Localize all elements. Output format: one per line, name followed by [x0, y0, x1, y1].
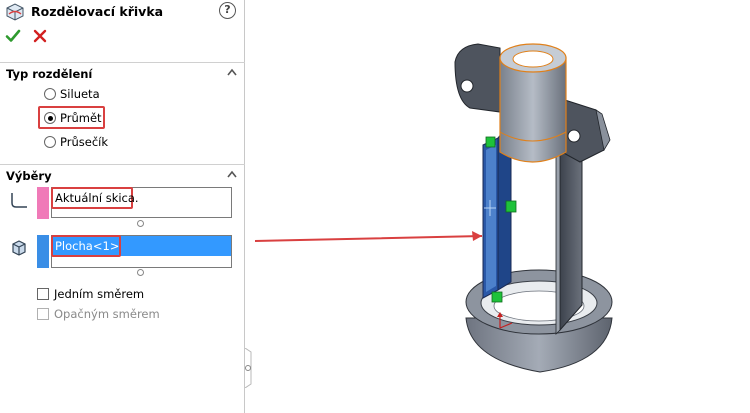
part-right-plate[interactable] [555, 141, 583, 335]
graphics-viewport[interactable] [255, 0, 750, 413]
radio-label: Průsečík [60, 135, 108, 149]
chevron-up-icon[interactable] [227, 170, 237, 178]
face-icon [12, 240, 26, 256]
ok-button[interactable] [5, 28, 21, 44]
selections-group-header[interactable]: Výběry [0, 164, 245, 184]
radio-intersection[interactable]: Průsečík [44, 134, 108, 150]
split-type-header: Typ rozdělení [6, 67, 93, 81]
sketch-color-tab [37, 187, 49, 219]
split-line-icon [6, 3, 24, 21]
checkbox-disabled [37, 308, 49, 320]
help-icon[interactable]: ? [219, 2, 236, 19]
radio-projection[interactable]: Průmět [44, 110, 102, 126]
selections-header: Výběry [6, 169, 52, 183]
resize-handle[interactable] [137, 220, 144, 227]
single-direction-option[interactable]: Jedním směrem [37, 287, 144, 301]
annotation-arrow [255, 231, 483, 243]
sketch-selection-value[interactable]: Aktuální skica. [53, 191, 139, 205]
radio-button-selected[interactable] [44, 112, 56, 124]
split-type-group-header[interactable]: Typ rozdělení [0, 62, 245, 82]
panel-titlebar: Rozdělovací křivka ? [0, 0, 245, 24]
reverse-direction-option: Opačným směrem [37, 307, 160, 321]
radio-label: Průmět [60, 111, 102, 125]
panel-title: Rozdělovací křivka [31, 4, 164, 19]
radio-button[interactable] [44, 136, 56, 148]
reverse-direction-label: Opačným směrem [54, 307, 160, 321]
face-color-tab [37, 235, 49, 268]
part-top-bracket[interactable] [454, 43, 611, 163]
radio-label: Silueta [60, 87, 100, 101]
sketch-icon [11, 193, 27, 208]
cancel-button[interactable] [33, 29, 47, 43]
chevron-up-icon[interactable] [227, 68, 237, 76]
checkbox[interactable] [37, 288, 49, 300]
resize-handle[interactable] [137, 269, 144, 276]
face-selection-value[interactable]: Plocha<1> [53, 239, 119, 253]
property-manager-panel: Rozdělovací křivka ? Typ rozdělení Silue… [0, 0, 245, 413]
single-direction-label: Jedním směrem [54, 287, 145, 301]
radio-button[interactable] [44, 88, 56, 100]
radio-silhouette[interactable]: Silueta [44, 86, 100, 102]
panel-collapse-grip[interactable] [245, 348, 255, 388]
